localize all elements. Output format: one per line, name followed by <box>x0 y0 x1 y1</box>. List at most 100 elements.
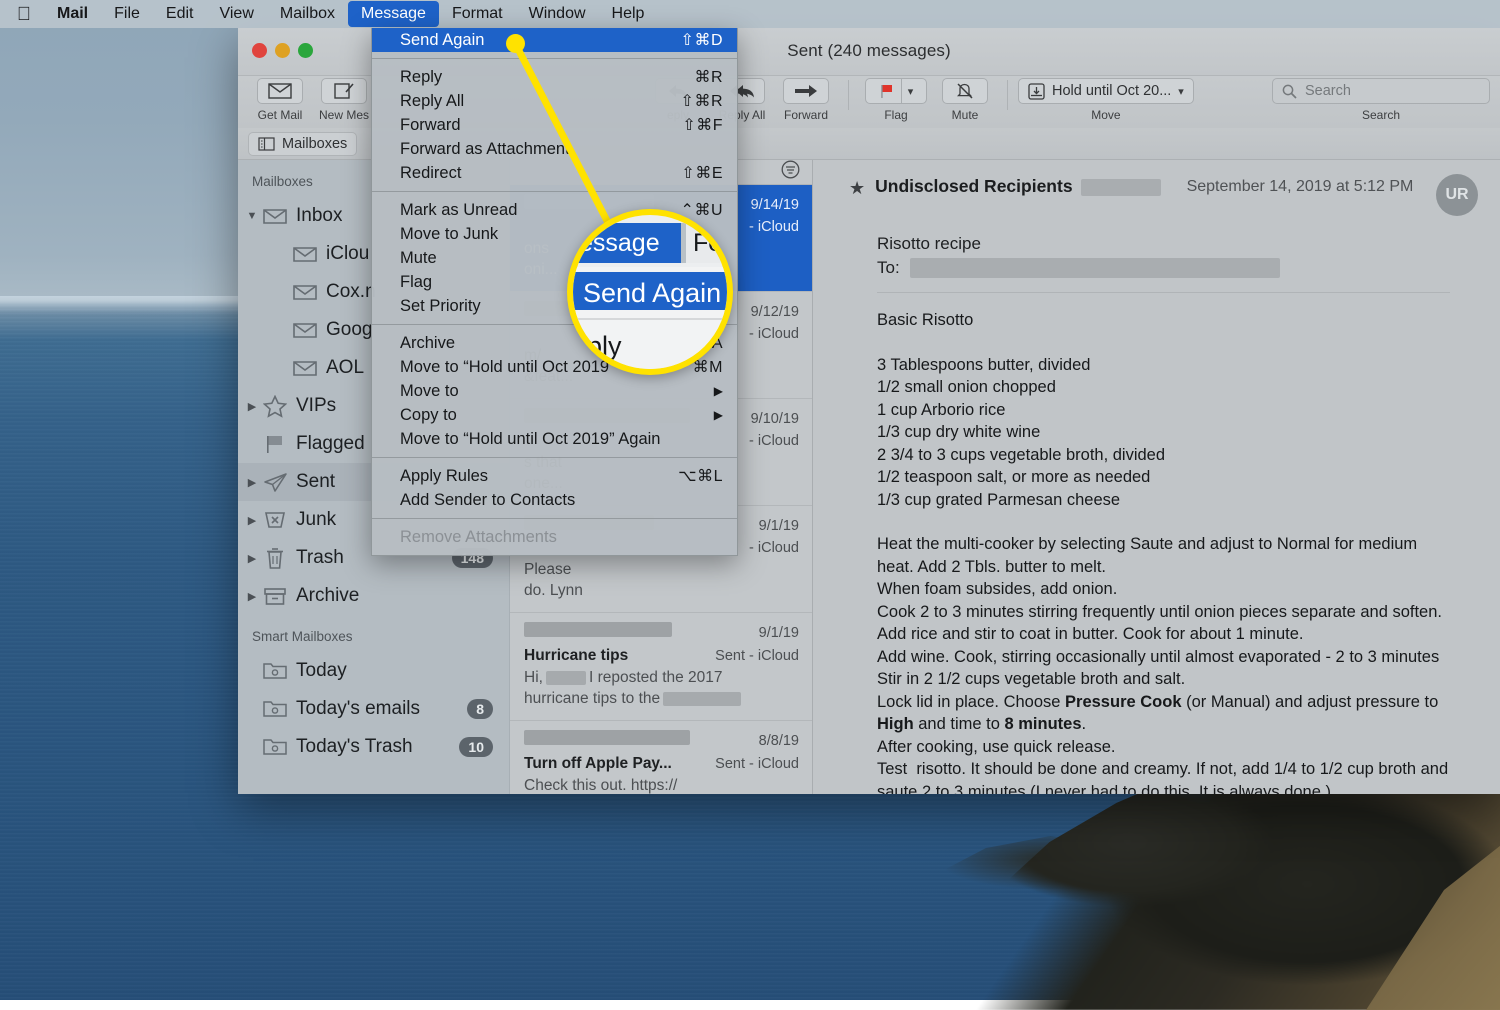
body-ingredient: 1/3 cup dry white wine <box>877 421 1478 444</box>
chevron-right-icon[interactable]: ▶ <box>244 476 260 489</box>
mailboxes-toggle-button[interactable]: Mailboxes <box>248 132 357 156</box>
body-instruction: Add rice and stir to coat in butter. Coo… <box>877 623 1478 646</box>
message-subject: Hurricane tips <box>524 645 628 666</box>
flag-dropdown[interactable]: ▾ <box>865 78 927 104</box>
sidebar-smart-list: TodayToday's emails8Today's Trash10 <box>238 652 509 766</box>
sidebar-item-archive[interactable]: ▶Archive <box>238 577 509 615</box>
sidebar-smart-item-today-s-trash[interactable]: Today's Trash10 <box>238 728 509 766</box>
menu-item-send-again[interactable]: Send Again⇧⌘D <box>372 28 737 52</box>
menu-item-add-sender-to-contacts[interactable]: Add Sender to Contacts <box>372 488 737 512</box>
menu-item-move-to[interactable]: Move to▶ <box>372 379 737 403</box>
toolbar-group-flag: ▾ Flag Mute <box>859 76 997 122</box>
magnifier-callout: essage Fo Send Again ply <box>567 209 733 375</box>
menu-item-copy-to[interactable]: Copy to▶ <box>372 403 737 427</box>
menu-help[interactable]: Help <box>599 1 658 27</box>
body-bold-term: 8 minutes <box>1004 715 1081 733</box>
chevron-down-icon[interactable]: ▼ <box>244 210 260 222</box>
to-label: To: <box>877 258 900 278</box>
menu-item-label: Move to “Hold until Oct 2019” Again <box>400 430 660 449</box>
menu-mailbox[interactable]: Mailbox <box>267 1 348 27</box>
sidebar-section-smart: Smart Mailboxes <box>238 615 509 652</box>
filter-icon[interactable] <box>781 160 800 184</box>
inbox-icon <box>290 283 320 302</box>
message-mailbox: - iCloud <box>749 217 799 238</box>
body-blank-line <box>877 511 1478 533</box>
body-instruction-pressure-cook: Lock lid in place. Choose Pressure Cook … <box>877 691 1478 736</box>
flag-button[interactable]: ▾ Flag <box>859 76 933 122</box>
menu-item-label: Apply Rules <box>400 467 488 486</box>
submenu-arrow-icon: ▶ <box>714 384 723 398</box>
menu-item-shortcut: ⇧⌘R <box>681 91 723 111</box>
envelope-icon <box>257 78 303 104</box>
message-list-item[interactable]: 8/8/19Turn off Apple Pay...Sent - iCloud… <box>510 721 812 794</box>
inbox-icon <box>290 359 320 378</box>
sent-icon <box>260 471 290 493</box>
get-mail-button[interactable]: Get Mail <box>248 76 312 122</box>
menu-edit[interactable]: Edit <box>153 1 207 27</box>
move-box-icon <box>1028 83 1045 100</box>
chevron-right-icon[interactable]: ▶ <box>244 400 260 413</box>
menu-item-label: Flag <box>400 273 432 292</box>
menu-item-redirect[interactable]: Redirect⇧⌘E <box>372 161 737 185</box>
menu-item-apply-rules[interactable]: Apply Rules⌥⌘L <box>372 464 737 488</box>
callout-anchor-dot <box>506 34 525 53</box>
move-label: Move <box>1091 108 1120 122</box>
menu-file[interactable]: File <box>101 1 153 27</box>
body-bold-term: Pressure Cook <box>1065 693 1181 711</box>
message-date: 9/10/19 <box>751 409 799 430</box>
sidebar-smart-item-today-s-emails[interactable]: Today's emails8 <box>238 690 509 728</box>
move-to-mailbox-button[interactable]: Hold until Oct 20... ▾ <box>1018 78 1194 104</box>
sidebar-item-label: Goog <box>326 319 372 341</box>
menu-item-label: Send Again <box>400 31 484 50</box>
body-instruction: Add wine. Cook, stirring occasionally un… <box>877 646 1478 669</box>
message-preview-line-1: Please <box>524 559 799 580</box>
menu-item-move-to-hold-until-oct-2019-again[interactable]: Move to “Hold until Oct 2019” Again <box>372 427 737 451</box>
menu-item-forward[interactable]: Forward⇧⌘F <box>372 113 737 137</box>
sidebar-smart-item-today[interactable]: Today <box>238 652 509 690</box>
menu-view[interactable]: View <box>206 1 266 27</box>
body-instruction: Test risotto. It should be done and crea… <box>877 758 1478 781</box>
menu-separator <box>372 457 737 458</box>
menu-item-reply-all[interactable]: Reply All⇧⌘R <box>372 89 737 113</box>
chevron-right-icon[interactable]: ▶ <box>244 514 260 527</box>
menu-window[interactable]: Window <box>516 1 599 27</box>
forward-button[interactable]: Forward <box>774 76 838 122</box>
chevron-right-icon[interactable]: ▶ <box>244 552 260 565</box>
message-sender-name: Undisclosed Recipients <box>875 176 1072 196</box>
body-instruction: Cook 2 to 3 minutes stirring frequently … <box>877 601 1478 624</box>
count-badge: 8 <box>467 699 493 719</box>
menu-item-forward-as-attachment[interactable]: Forward as Attachment <box>372 137 737 161</box>
message-date: 8/8/19 <box>759 731 799 752</box>
apple-logo-icon[interactable]:  <box>14 3 34 25</box>
smart-folder-icon <box>260 699 290 719</box>
menu-separator <box>372 191 737 192</box>
menu-format[interactable]: Format <box>439 1 516 27</box>
message-list-item[interactable]: 9/1/19Hurricane tipsSent - iCloudHi,I re… <box>510 613 812 721</box>
body-ingredient: 1/2 teaspoon salt, or more as needed <box>877 466 1478 489</box>
body-text-run: . <box>1082 715 1087 733</box>
star-filled-icon[interactable]: ★ <box>849 178 865 199</box>
menu-item-reply[interactable]: Reply⌘R <box>372 65 737 89</box>
mute-button[interactable]: Mute <box>933 76 997 122</box>
message-sender-row: 9/1/19 <box>524 622 799 644</box>
menu-bar:  MailFileEditViewMailboxMessageFormatWi… <box>0 0 1500 28</box>
menu-item-label: Forward <box>400 116 461 135</box>
recipients-redaction <box>910 258 1280 278</box>
menu-mail[interactable]: Mail <box>44 1 101 27</box>
sidebar-item-label: Sent <box>296 471 335 493</box>
new-message-button[interactable]: New Mes <box>312 76 376 122</box>
search-label: Search <box>1362 108 1400 122</box>
magnified-below-label: ply <box>587 331 622 362</box>
move-button-group[interactable]: Hold until Oct 20... ▾ Move <box>1018 76 1194 122</box>
sidebar-item-label: Cox.n <box>326 281 376 303</box>
search-field[interactable]: Search <box>1272 78 1490 104</box>
inbox-icon <box>290 245 320 264</box>
chevron-right-icon[interactable]: ▶ <box>244 590 260 603</box>
search-placeholder: Search <box>1305 83 1351 99</box>
new-message-label: New Mes <box>319 108 369 122</box>
body-instruction: After cooking, use quick release. <box>877 736 1478 759</box>
menu-item-label: Mute <box>400 249 437 268</box>
menu-message[interactable]: Message <box>348 1 439 27</box>
body-text-run: (or Manual) and adjust pressure to <box>1182 693 1443 711</box>
sender-redaction <box>524 730 690 745</box>
